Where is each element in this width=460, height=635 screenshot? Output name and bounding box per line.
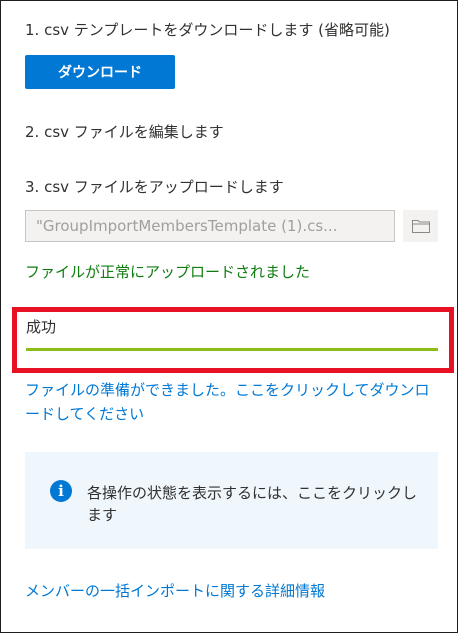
info-icon: i [50,480,72,502]
folder-icon [411,220,430,233]
file-path-value: "GroupImportMembersTemplate (1).cs... [36,217,338,235]
info-message-text[interactable]: 各操作の状態を表示するには、ここをクリックします [87,482,417,526]
info-message-box[interactable]: i 各操作の状態を表示するには、ここをクリックします [25,452,438,549]
download-template-button[interactable]: ダウンロード [25,55,175,89]
browse-file-button[interactable] [403,210,438,242]
step-1-text: 1. csv テンプレートをダウンロードします (省略可能) [25,21,390,39]
step-3-text: 3. csv ファイルをアップロードします [25,178,284,196]
results-download-link[interactable]: ファイルの準備ができました。ここをクリックしてダウンロードしてください [25,378,440,426]
upload-success-message: ファイルが正常にアップロードされました [25,263,311,281]
file-path-input[interactable]: "GroupImportMembersTemplate (1).cs... [25,210,395,242]
more-info-link[interactable]: メンバーの一括インポートに関する詳細情報 [25,580,325,602]
status-highlight-box [12,307,454,373]
step-2-text: 2. csv ファイルを編集します [25,123,224,141]
